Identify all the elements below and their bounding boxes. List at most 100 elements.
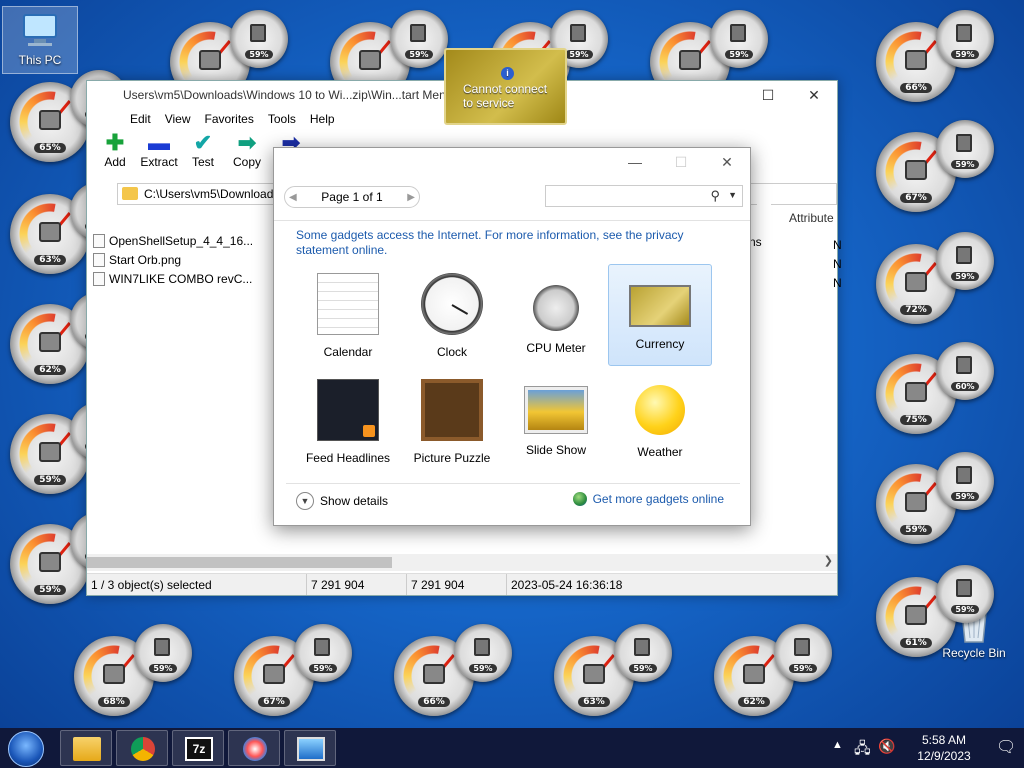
cpu-percent: 65% [34, 143, 66, 153]
search-icon[interactable]: ⚲ [710, 188, 720, 204]
cpu-meter-gadget[interactable]: 63% 59% [554, 624, 672, 724]
attr-value: N [833, 257, 842, 271]
this-pc-desktop-icon[interactable]: This PC [2, 6, 78, 74]
taskbar-snipping[interactable] [228, 730, 280, 766]
cpu-meter-gadget[interactable]: 67% 59% [876, 120, 994, 220]
memory-gauge: 59% [936, 232, 994, 290]
gadget-tile-clock[interactable]: Clock [400, 264, 504, 366]
close-button[interactable]: ✕ [704, 148, 750, 176]
test-button[interactable]: ✔ Test [181, 131, 225, 181]
gadget-label: Picture Puzzle [413, 451, 491, 465]
cpu-percent: 59% [900, 525, 932, 535]
chevron-up-icon[interactable]: ▲ [832, 739, 843, 751]
error-line-1: Cannot connect [463, 82, 548, 96]
list-item[interactable]: Start Orb.png [93, 250, 253, 269]
memory-chip-icon [956, 356, 972, 374]
gadget-tile-picture-puzzle[interactable]: Picture Puzzle [400, 370, 504, 472]
menu-edit[interactable]: Edit [123, 109, 158, 131]
taskbar-chrome[interactable] [116, 730, 168, 766]
cpu-chip-icon [905, 605, 927, 625]
taskbar-file-explorer[interactable] [60, 730, 112, 766]
next-page-icon[interactable]: ▶ [407, 192, 415, 203]
get-more-gadgets-link[interactable]: Get more gadgets online [572, 492, 724, 506]
cpu-meter-gadget[interactable]: 72% 59% [876, 232, 994, 332]
extract-label: Extract [140, 155, 178, 169]
copy-label: Copy [232, 155, 261, 169]
feed-headlines-gadget-icon [317, 379, 379, 441]
privacy-notice-link[interactable]: Some gadgets access the Internet. For mo… [296, 228, 716, 258]
network-icon[interactable]: 🖧 [854, 738, 871, 763]
gadget-tile-calendar[interactable]: Calendar [296, 264, 400, 366]
start-button[interactable] [8, 731, 44, 767]
cpu-meter-gadget[interactable]: 59% 59% [876, 452, 994, 552]
cpu-percent: 75% [900, 415, 932, 425]
cpu-percent: 66% [900, 83, 932, 93]
show-details-button[interactable]: ▼ Show details [296, 492, 388, 510]
computer-icon [18, 11, 62, 51]
scroll-right-icon[interactable]: ❯ [824, 554, 833, 567]
chrome-icon [131, 737, 155, 761]
memory-percent: 60% [951, 382, 979, 391]
taskbar-remote-desktop[interactable] [284, 730, 336, 766]
attributes-column-header[interactable]: Attribute [789, 211, 834, 225]
gadget-tile-currency[interactable]: Currency [608, 264, 712, 366]
cpu-meter-gadget[interactable]: 75% 60% [876, 342, 994, 442]
gadget-tile-weather[interactable]: Weather [608, 370, 712, 472]
cpu-chip-icon [103, 664, 125, 684]
close-button[interactable]: ✕ [791, 81, 837, 109]
gadget-tile-cpu-meter[interactable]: CPU Meter [504, 264, 608, 366]
error-message: Cannot connect to service [463, 82, 547, 110]
cpu-meter-gadget[interactable]: 68% 59% [74, 624, 192, 724]
notification-icon[interactable]: 🗨 [996, 737, 1016, 757]
memory-percent: 59% [951, 272, 979, 281]
gadget-tile-feed-headlines[interactable]: Feed Headlines [296, 370, 400, 472]
cpu-meter-gadget[interactable]: 66% 59% [394, 624, 512, 724]
memory-chip-icon [956, 134, 972, 152]
error-line-2: to service [463, 96, 515, 110]
list-item[interactable]: WIN7LIKE COMBO revC... [93, 269, 253, 288]
cpu-meter-gadget[interactable]: 66% 59% [876, 10, 994, 110]
memory-percent: 59% [789, 664, 817, 673]
minimize-button[interactable]: — [612, 148, 658, 176]
gadget-tile-slide-show[interactable]: Slide Show [504, 370, 608, 472]
cpu-percent: 59% [34, 475, 66, 485]
volume-muted-icon[interactable]: 🔇 [878, 738, 895, 755]
show-details-label: Show details [320, 494, 389, 508]
cpu-percent: 67% [900, 193, 932, 203]
plus-icon: ✚ [105, 130, 125, 155]
memory-chip-icon [250, 24, 266, 42]
gadget-label: Weather [637, 445, 683, 459]
search-input[interactable]: ⚲ ▼ [545, 185, 743, 207]
cpu-meter-gadget[interactable]: 62% 59% [714, 624, 832, 724]
copy-button[interactable]: ➡ Copy [225, 131, 269, 181]
taskbar-7zip[interactable]: 7z [172, 730, 224, 766]
clock[interactable]: 5:58 AM 12/9/2023 [904, 732, 984, 764]
horizontal-scrollbar[interactable]: ❯ [87, 554, 837, 571]
cpu-chip-icon [39, 332, 61, 352]
memory-percent: 59% [245, 50, 273, 59]
menu-tools[interactable]: Tools [261, 109, 303, 131]
add-button[interactable]: ✚ Add [93, 131, 137, 181]
cpu-meter-gadget[interactable]: 61% 59% [876, 565, 994, 665]
prev-page-icon[interactable]: ◀ [289, 192, 297, 203]
system-tray: ▲ 🖧 🔇 5:58 AM 12/9/2023 🗨 [824, 728, 1024, 768]
file-explorer-icon [73, 737, 101, 761]
clock-time: 5:58 AM [921, 733, 967, 747]
menu-favorites[interactable]: Favorites [197, 109, 260, 131]
memory-gauge: 59% [454, 624, 512, 682]
scroll-thumb[interactable] [87, 557, 392, 568]
cpu-meter-gadget[interactable]: 67% 59% [234, 624, 352, 724]
extract-button[interactable]: ▬ Extract [137, 131, 181, 181]
cpu-chip-icon [905, 382, 927, 402]
menu-help[interactable]: Help [303, 109, 342, 131]
file-name: WIN7LIKE COMBO revC... [109, 271, 253, 286]
menu-view[interactable]: View [158, 109, 198, 131]
gadget-gallery-dialog: — ☐ ✕ ◀ Page 1 of 1 ▶ ⚲ ▼ Some gadgets a… [273, 147, 751, 526]
maximize-button[interactable]: ☐ [745, 81, 791, 109]
chevron-down-icon[interactable]: ▼ [728, 190, 737, 200]
remote-desktop-icon [297, 737, 325, 761]
maximize-button[interactable]: ☐ [658, 148, 704, 176]
currency-gadget-error[interactable]: i Cannot connect to service [444, 48, 567, 125]
list-item[interactable]: OpenShellSetup_4_4_16... [93, 231, 253, 250]
minimize-button[interactable] [699, 81, 745, 109]
